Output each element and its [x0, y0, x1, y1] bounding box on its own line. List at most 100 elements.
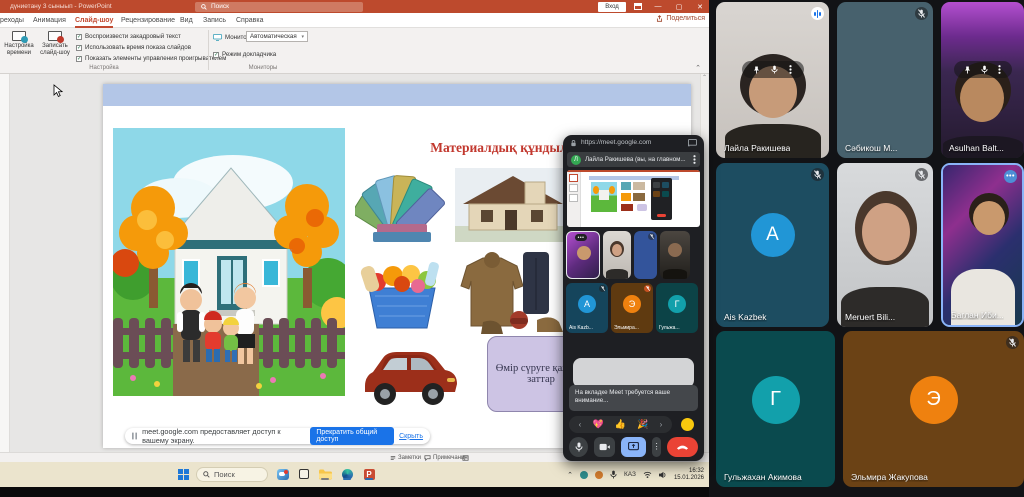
- stop-sharing-button[interactable]: Прекратить общий доступ: [310, 427, 394, 445]
- tab-slideshow[interactable]: Слайд-шоу: [75, 15, 113, 28]
- tab-review[interactable]: Рецензирование: [121, 15, 175, 28]
- participant-tile-asulhan[interactable]: Asulhan Balt...: [941, 2, 1024, 158]
- chevron-right-icon[interactable]: ›: [660, 420, 663, 429]
- participant-video: [716, 2, 829, 158]
- more-options-icon[interactable]: [998, 65, 1001, 74]
- wifi-icon[interactable]: [643, 471, 652, 478]
- tab-transitions[interactable]: реходы: [0, 15, 24, 28]
- reaction-party[interactable]: 🎉: [637, 419, 648, 430]
- pin-icon[interactable]: [753, 66, 760, 74]
- tray-app-icon[interactable]: [580, 471, 588, 479]
- mic-muted-icon: [1006, 336, 1019, 349]
- participant-name: Лайла Ракишева: [724, 143, 790, 153]
- taskbar-clock[interactable]: 16:32 15.01.2026: [674, 468, 704, 482]
- tray-chevron-icon[interactable]: ⌃: [567, 471, 573, 479]
- file-explorer-button[interactable]: [318, 467, 332, 481]
- share-button[interactable]: Поделиться: [656, 15, 705, 22]
- tab-view[interactable]: Вид: [180, 15, 193, 28]
- share-message: meet.google.com предоставляет доступ к в…: [142, 427, 305, 445]
- maximize-button[interactable]: ▢: [670, 0, 688, 13]
- participant-tile-sabikosh[interactable]: Сәбикош М...: [837, 2, 933, 158]
- pause-icon: [132, 432, 137, 440]
- reaction-emoji-floating[interactable]: [681, 418, 694, 431]
- camera-button[interactable]: [594, 437, 615, 457]
- presenter-avatar: Л: [571, 155, 581, 165]
- pin-icon[interactable]: [964, 66, 971, 74]
- participant-tile-laila[interactable]: Лайла Ракишева: [716, 2, 829, 158]
- cast-icon[interactable]: [688, 139, 697, 147]
- reaction-heart[interactable]: 💖: [592, 419, 603, 430]
- present-screen-button[interactable]: [621, 437, 646, 457]
- more-options-icon[interactable]: [789, 65, 792, 74]
- participant-tile-baglan[interactable]: ••• Баглан Иби...: [941, 163, 1024, 327]
- slide-thumbnail-panel[interactable]: [0, 74, 10, 452]
- tab-animation[interactable]: Анимация: [33, 15, 66, 28]
- rehearse-timings-button[interactable]: Настройка времени: [2, 30, 36, 66]
- signin-button[interactable]: Вход: [598, 2, 626, 12]
- mini-avatar-tile[interactable]: Г Гульжа...: [656, 283, 698, 333]
- close-button[interactable]: ✕: [691, 0, 709, 13]
- mini-video-tile[interactable]: •••: [566, 231, 600, 279]
- tray-mic-icon[interactable]: [610, 470, 617, 479]
- checkbox-use-timings[interactable]: ✓Использовать время показа слайдов: [76, 43, 191, 52]
- ppt-search-box[interactable]: Поиск: [195, 2, 363, 12]
- speaking-indicator-icon: •••: [1004, 170, 1017, 183]
- powerpoint-taskbar-button[interactable]: P: [362, 467, 376, 481]
- tab-record[interactable]: Запись: [203, 15, 226, 28]
- tile-hover-controls[interactable]: [954, 61, 1012, 78]
- mini-video-tile[interactable]: [634, 231, 657, 279]
- widgets-button[interactable]: [276, 467, 290, 481]
- checkbox-presenter-view[interactable]: ✓Режим докладчика: [213, 50, 276, 59]
- ribbon-display-options-button[interactable]: [629, 0, 647, 13]
- participant-tile-gulzhakhan[interactable]: Г Гульжахан Акимова: [716, 331, 835, 487]
- ppt-ribbon-tabs: реходы Анимация Слайд-шоу Рецензирование…: [0, 13, 709, 28]
- task-view-button[interactable]: [297, 467, 311, 481]
- collapse-ribbon-icon[interactable]: ⌃: [695, 64, 701, 72]
- mic-icon[interactable]: [771, 65, 778, 74]
- mini-video-tile[interactable]: [660, 231, 690, 279]
- tile-hover-controls[interactable]: [742, 61, 804, 78]
- mic-button[interactable]: [569, 437, 588, 457]
- participant-tile-ais[interactable]: A Ais Kazbek: [716, 163, 829, 327]
- tab-help[interactable]: Справка: [236, 15, 263, 28]
- monitor-dropdown[interactable]: Автоматическая ▾: [246, 31, 308, 42]
- start-button[interactable]: [176, 467, 190, 481]
- checkbox-show-media-controls[interactable]: ✓Показать элементы управления проигрыват…: [76, 54, 226, 63]
- mini-avatar-tile[interactable]: Э Эльмира...: [611, 283, 653, 333]
- participant-tile-meruert[interactable]: Meruert Bili...: [837, 163, 933, 327]
- more-options-icon[interactable]: [693, 155, 696, 164]
- clock-time: 16:32: [674, 468, 704, 475]
- pip-filmstrip-videos: •••: [566, 231, 690, 279]
- checkbox-play-narrations[interactable]: ✓Воспроизвести закадровый текст: [76, 32, 181, 41]
- speaking-indicator-icon: [811, 7, 824, 20]
- language-indicator[interactable]: КАЗ: [624, 471, 636, 478]
- notes-button[interactable]: Заметки: [390, 455, 421, 461]
- checkbox-icon: ✓: [76, 56, 82, 62]
- ppt-titlebar[interactable]: дүниетану 3 сыныып - PowerPoint Поиск Вх…: [0, 0, 709, 13]
- volume-icon[interactable]: [659, 471, 667, 479]
- mini-video-tile[interactable]: [603, 231, 631, 279]
- record-slideshow-button[interactable]: Записать слайд-шоу: [38, 30, 72, 66]
- chevron-left-icon[interactable]: ‹: [579, 420, 582, 429]
- reaction-thumbs-up[interactable]: 👍: [615, 419, 626, 430]
- hide-link[interactable]: Скрыть: [399, 433, 423, 440]
- taskbar-search[interactable]: Поиск: [196, 467, 268, 482]
- checkbox-icon: ✓: [76, 34, 82, 40]
- ppt-ribbon: Настройка времени Записать слайд-шоу ✓Во…: [0, 28, 709, 74]
- meet-pip-window[interactable]: https://meet.google.com Л Лайла Ракишева…: [563, 135, 704, 461]
- participant-video: [943, 165, 1022, 325]
- minimize-button[interactable]: —: [649, 0, 667, 13]
- end-call-button[interactable]: [667, 437, 698, 457]
- mini-avatar-tile[interactable]: A Ais Kazb...: [566, 283, 608, 333]
- chevron-down-icon: ▾: [301, 34, 304, 40]
- view-normal-icon[interactable]: [462, 455, 469, 461]
- family-house-illustration: [113, 128, 345, 396]
- pip-presenter-banner[interactable]: Л Лайла Ракишева (вы, на главном...: [567, 152, 700, 167]
- mic-icon[interactable]: [981, 65, 988, 74]
- participant-name: Баглан Иби...: [951, 310, 1004, 320]
- tray-app2-icon[interactable]: [595, 471, 603, 479]
- edge-browser-button[interactable]: [340, 467, 354, 481]
- system-tray: ⌃ КАЗ 16:32 15.01.2026: [567, 462, 704, 487]
- more-options-button[interactable]: ⋮: [652, 437, 662, 457]
- participant-tile-elmira[interactable]: Э Эльмира Жакупова: [843, 331, 1024, 487]
